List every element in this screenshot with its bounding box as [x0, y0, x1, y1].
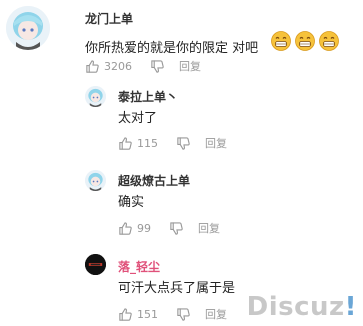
comment-thread: 龙门上单 你所热爱的就是你的限定 对吧 3206 回复 泰拉上单丶 太对了 11…	[0, 0, 363, 326]
discuz-watermark: Discuz!	[247, 292, 357, 322]
comment-username[interactable]: 泰拉上单丶	[118, 88, 178, 105]
comment-actions: 3206 回复	[85, 58, 201, 74]
watermark-excl: !	[344, 292, 357, 322]
like-count: 115	[137, 136, 158, 150]
like-count: 151	[137, 307, 158, 321]
thumbs-up-icon[interactable]	[118, 307, 133, 322]
comment-username[interactable]: 落_轻尘	[118, 258, 160, 275]
comment-text: 你所热爱的就是你的限定 对吧	[85, 41, 259, 56]
comment-username[interactable]: 龙门上单	[85, 10, 133, 27]
comment-actions: 115 回复	[118, 135, 227, 151]
avatar[interactable]	[85, 254, 106, 275]
thumbs-up-icon[interactable]	[85, 59, 100, 74]
thumbs-up-icon[interactable]	[118, 221, 133, 236]
reply-button[interactable]: 回复	[205, 306, 227, 322]
comment-text: 确实	[118, 195, 145, 210]
watermark-text: Discuz	[246, 292, 345, 322]
thumbs-down-icon[interactable]	[150, 59, 165, 74]
like-count: 3206	[104, 59, 132, 73]
comment-actions: 99 回复	[118, 220, 220, 236]
grin-emoji-icon	[271, 31, 291, 51]
avatar[interactable]	[85, 170, 106, 191]
thumbs-down-icon[interactable]	[176, 307, 191, 322]
comment-text: 可汗大点兵了属于是	[118, 281, 236, 296]
avatar[interactable]	[85, 86, 106, 107]
reply-button[interactable]: 回复	[179, 58, 201, 74]
avatar[interactable]	[6, 6, 50, 50]
emoji-group	[271, 31, 339, 51]
grin-emoji-icon	[295, 31, 315, 51]
grin-emoji-icon	[319, 31, 339, 51]
reply-button[interactable]: 回复	[198, 220, 220, 236]
comment-actions: 151 回复	[118, 306, 227, 322]
thumbs-up-icon[interactable]	[118, 136, 133, 151]
comment-text: 太对了	[118, 111, 158, 126]
like-count: 99	[137, 221, 151, 235]
thumbs-down-icon[interactable]	[176, 136, 191, 151]
comment-username[interactable]: 超级燎古上单	[118, 172, 190, 189]
reply-button[interactable]: 回复	[205, 135, 227, 151]
thumbs-down-icon[interactable]	[169, 221, 184, 236]
